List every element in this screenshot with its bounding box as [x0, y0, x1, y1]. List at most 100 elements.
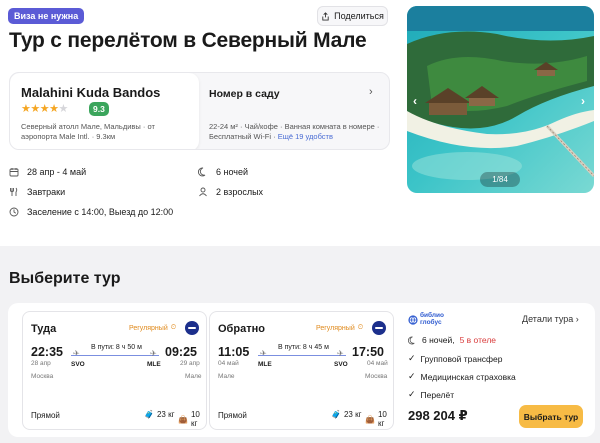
offer-nights-text: 6 ночей,: [422, 335, 455, 345]
arrival-date: 29 апр: [180, 360, 200, 367]
airline-logo: [185, 321, 199, 335]
more-amenities-link[interactable]: Ещё 19 удобств: [278, 132, 333, 141]
inbound-flight[interactable]: Обратно Регулярный ⏲ 11:05 04 май Мале ✈ …: [209, 311, 394, 430]
arrival-time: 09:25: [165, 345, 197, 359]
room-amenities: 22-24 м² · Чай/кофе · Ванная комната в н…: [209, 122, 384, 142]
hotel-card: Malahini Kuda Bandos ★★★★★ 9.3 Северный …: [9, 72, 390, 150]
hotel-photo: [407, 6, 594, 193]
insurance-text: Медицинская страховка: [420, 371, 516, 382]
moon-icon: [408, 335, 415, 344]
hand-baggage: 👜 10 кг: [178, 410, 206, 428]
departure-time: 11:05: [218, 345, 250, 359]
photo-counter: 1/84: [480, 172, 520, 187]
fact-nights: 6 ночей: [198, 167, 248, 177]
suitcase-icon: 🧳: [331, 410, 341, 419]
hand-baggage: 👜 10 кг: [365, 410, 393, 428]
share-button[interactable]: Поделиться: [317, 6, 388, 26]
tour-card: Туда Регулярный ⏲ 22:35 28 апр Москва ✈ В…: [8, 303, 595, 437]
landing-icon: ✈: [150, 349, 157, 358]
cutlery-icon: [10, 187, 18, 196]
bag-icon: 👜: [365, 414, 375, 424]
checked-baggage-value: 23 кг: [156, 410, 175, 419]
operator-globe-icon: [408, 315, 418, 325]
bag-icon: 👜: [178, 414, 188, 424]
transfer-text: Групповой трансфер: [420, 353, 503, 364]
checked-baggage-value: 23 кг: [343, 410, 362, 419]
arrival-city: Москва: [365, 373, 388, 380]
departure-code: SVO: [71, 361, 85, 368]
fact-dates: 28 апр - 4 май: [9, 167, 86, 177]
visa-badge: Виза не нужна: [8, 8, 85, 24]
departure-date: 28 апр: [31, 360, 51, 367]
tour-details-label: Детали тура: [522, 314, 574, 324]
clock-icon: [9, 207, 19, 217]
arrival-code: MLE: [147, 361, 161, 368]
regular-icon: ⏲: [357, 324, 364, 331]
departure-date: 04 май: [218, 360, 239, 367]
check-circle-icon: ✓: [408, 389, 416, 399]
hotel-header-section: Виза не нужна Поделиться Тур с перелётом…: [0, 0, 600, 246]
star-icon: ★: [39, 103, 50, 115]
tour-price: 298 204 ₽: [408, 408, 468, 423]
takeoff-icon: ✈: [73, 349, 80, 358]
checked-baggage: 🧳 23 кг: [331, 410, 362, 419]
regular-tag: Регулярный ⏲: [316, 324, 363, 332]
calendar-icon: [9, 168, 19, 177]
star-icon: ★: [30, 103, 40, 115]
operator-name: библио глобус: [420, 312, 444, 326]
fact-guests: 2 взрослых: [198, 187, 263, 197]
arrival-city: Мале: [185, 373, 202, 380]
departure-code: MLE: [258, 361, 272, 368]
hotel-name: Malahini Kuda Bandos: [21, 85, 161, 100]
person-icon: [199, 187, 207, 197]
departure-time: 22:35: [31, 345, 63, 359]
regular-icon: ⏲: [170, 324, 177, 331]
route-line: [71, 355, 159, 356]
gallery-next-button[interactable]: ›: [581, 94, 585, 108]
offer-transfer: ✓ Групповой трансфер: [408, 353, 502, 364]
suitcase-icon: 🧳: [144, 410, 154, 419]
inbound-title: Обратно: [218, 323, 265, 335]
hotel-stars: ★★★★★: [21, 102, 68, 115]
regular-tag-label: Регулярный: [129, 324, 168, 332]
outbound-title: Туда: [31, 323, 57, 335]
hotel-address: Северный атолл Мале, Мальдивы · от аэроп…: [21, 122, 155, 141]
chevron-right-icon: ›: [369, 86, 373, 98]
direct-label: Прямой: [218, 411, 247, 420]
meals-text: Завтраки: [27, 187, 66, 197]
hotel-nights-warning: 5 в отеле: [459, 335, 497, 345]
hotel-photo-gallery[interactable]: ‹ › 1/84: [407, 6, 594, 193]
flight-text: Перелёт: [420, 389, 455, 400]
checked-baggage: 🧳 23 кг: [144, 410, 175, 419]
chevron-right-icon: ›: [575, 314, 579, 324]
section-title: Выберите тур: [9, 270, 121, 287]
landing-icon: ✈: [337, 349, 344, 358]
fact-checkin: Заселение с 14:00, Выезд до 12:00: [9, 207, 173, 217]
room-title: Номер в саду: [209, 88, 280, 100]
tour-details-link[interactable]: Детали тура ›: [522, 314, 579, 324]
share-label: Поделиться: [334, 11, 384, 21]
choose-tour-button[interactable]: Выбрать тур: [519, 405, 583, 428]
takeoff-icon: ✈: [260, 349, 267, 358]
gallery-prev-button[interactable]: ‹: [413, 94, 417, 108]
direct-label: Прямой: [31, 411, 60, 420]
airline-logo: [372, 321, 386, 335]
star-icon: ★: [21, 103, 31, 115]
checkin-text: Заселение с 14:00, Выезд до 12:00: [27, 207, 174, 217]
hand-baggage-value: 10 кг: [377, 410, 387, 428]
check-circle-icon: ✓: [408, 353, 416, 363]
rating-badge: 9.3: [89, 102, 109, 116]
tour-offer: библио глобус Детали тура › 6 ночей, 5 в…: [408, 311, 590, 430]
hotel-info[interactable]: Malahini Kuda Bandos ★★★★★ 9.3 Северный …: [10, 73, 199, 149]
regular-tag-label: Регулярный: [316, 324, 355, 332]
fact-meals: Завтраки: [9, 187, 65, 197]
star-empty-icon: ★: [58, 103, 69, 115]
outbound-flight[interactable]: Туда Регулярный ⏲ 22:35 28 апр Москва ✈ В…: [22, 311, 207, 430]
arrival-time: 17:50: [352, 345, 384, 359]
dates-text: 28 апр - 4 май: [27, 167, 87, 177]
nights-text: 6 ночей: [216, 167, 249, 177]
arrival-date: 04 май: [367, 360, 388, 367]
regular-tag: Регулярный ⏲: [129, 324, 176, 332]
route-line: [258, 355, 346, 356]
departure-city: Москва: [31, 373, 54, 380]
